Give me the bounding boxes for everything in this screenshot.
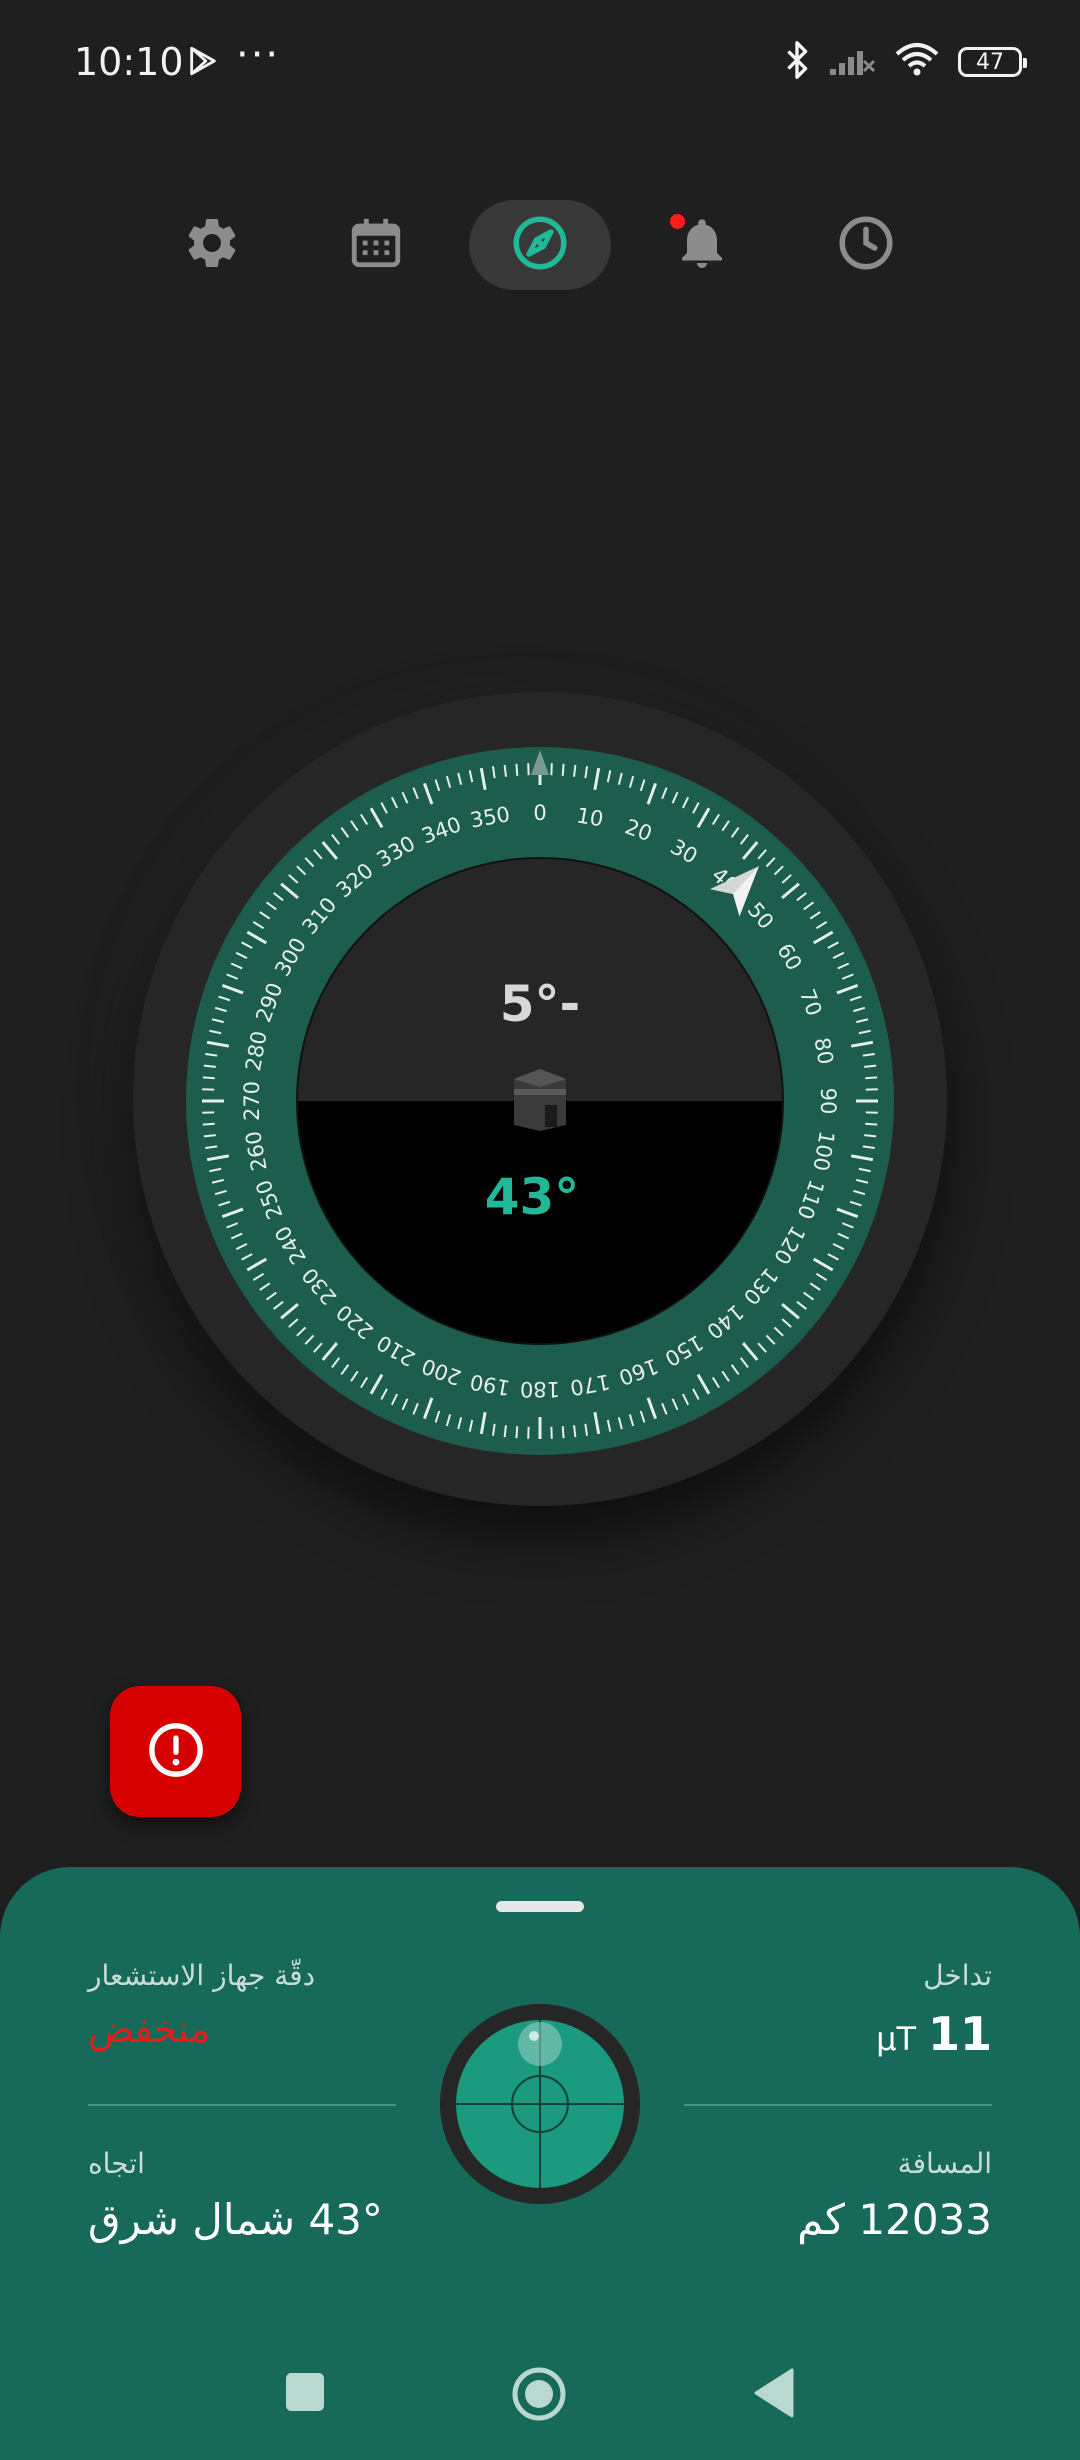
kaaba-icon	[508, 1065, 572, 1137]
compass-tick	[864, 1064, 877, 1068]
compass-tick	[202, 1122, 215, 1126]
compass-tick	[515, 1426, 519, 1439]
calibration-alert-button[interactable]	[110, 1686, 241, 1817]
back-button[interactable]	[752, 2368, 796, 2422]
recents-button[interactable]	[284, 2371, 326, 2417]
degree-label-90: 90	[816, 1088, 840, 1115]
compass-tick	[865, 1076, 878, 1080]
heading-readout: 43°	[484, 1168, 580, 1226]
compass-tick	[573, 1425, 577, 1438]
interference-value: 11	[927, 2007, 992, 2061]
compass-tick	[515, 763, 519, 776]
home-button[interactable]	[511, 2366, 567, 2426]
level-bubble	[518, 2022, 562, 2066]
divider-left	[88, 2104, 396, 2106]
direction-label: اتجاه	[88, 2147, 145, 2180]
sensor-accuracy-label: دقّة جهاز الاستشعار	[88, 1959, 316, 1992]
system-nav-bar	[0, 2340, 1080, 2450]
alert-circle-icon	[147, 1721, 205, 1783]
divider-right	[684, 2104, 992, 2106]
interference-readout: µT 11	[876, 2007, 992, 2061]
compass-tick	[203, 1134, 216, 1138]
compass-tick	[202, 1076, 215, 1080]
compass-tick	[865, 1122, 878, 1126]
sheet-drag-handle[interactable]	[496, 1901, 584, 1912]
compass-tick	[503, 1425, 507, 1438]
compass-tick	[503, 764, 507, 777]
interference-label: تداخل	[923, 1959, 992, 1992]
sensor-accuracy-value: منخفض	[88, 2007, 211, 2051]
distance-value: 12033 كم	[797, 2195, 992, 2244]
degree-label-180: 180	[520, 1377, 560, 1401]
degree-label-10: 10	[575, 803, 605, 831]
pitch-readout: 5°-	[499, 975, 581, 1033]
distance-label: المسافة	[897, 2147, 992, 2180]
degree-label-270: 270	[240, 1081, 264, 1121]
compass-tick	[203, 1064, 216, 1068]
compass-tick	[561, 763, 565, 776]
direction-value: 43° شمال شرق	[88, 2195, 383, 2244]
compass-tick	[561, 1426, 565, 1439]
compass-tick	[573, 764, 577, 777]
bubble-level	[440, 2004, 640, 2204]
compass-tick	[864, 1134, 877, 1138]
degree-label-80: 80	[809, 1036, 837, 1066]
interference-unit: µT	[876, 2020, 916, 2058]
degree-label-0: 0	[533, 801, 546, 825]
